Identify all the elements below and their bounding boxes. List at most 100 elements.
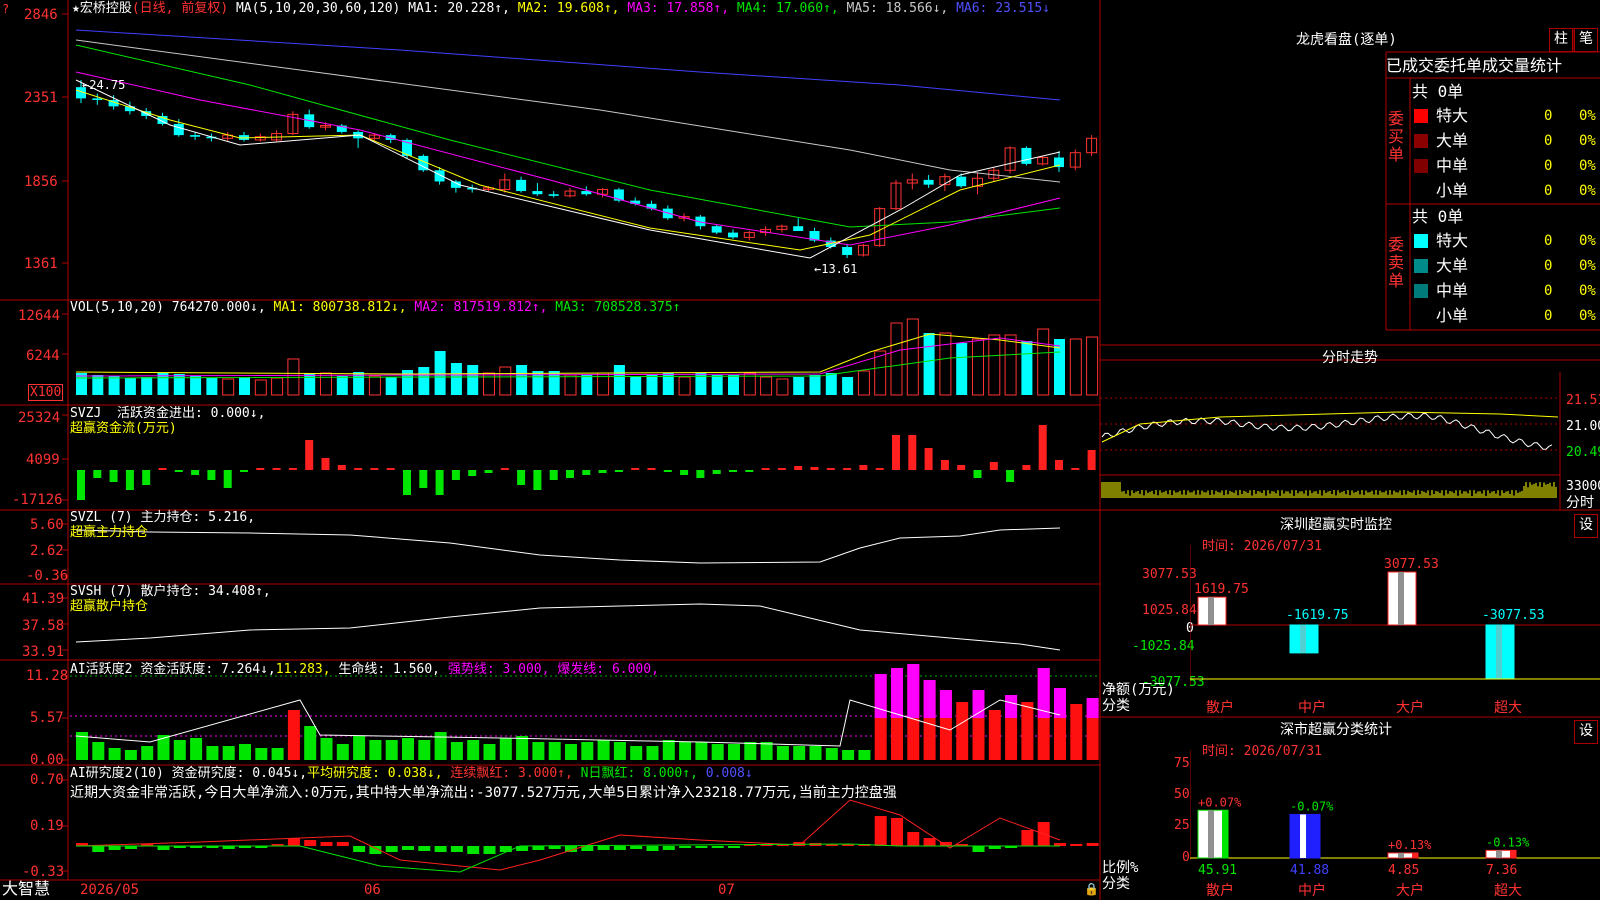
sh-bar-edge xyxy=(1510,850,1516,858)
flow-out-bar xyxy=(77,470,85,500)
candle-down xyxy=(434,170,445,182)
active-bar xyxy=(776,746,789,760)
research-bar-down xyxy=(467,846,480,854)
vol-bar-up xyxy=(222,378,235,396)
y-tick-main-0: 2846 xyxy=(24,7,58,23)
vol-header: VOL(5,10,20) 764270.000↓, MA1: 800738.81… xyxy=(70,300,681,315)
vol-bar-up xyxy=(1037,328,1050,396)
flow-out-bar xyxy=(729,470,737,472)
sh-bar-edge xyxy=(1314,814,1320,858)
research-bar-up xyxy=(923,838,936,846)
research-bar-down xyxy=(728,846,740,848)
sh-value-label: 7.36 xyxy=(1486,863,1517,878)
svzj-sub: 超赢资金流(万元) xyxy=(70,421,177,436)
sh-stats-title: 深市超赢分类统计 xyxy=(1280,722,1392,738)
sh-bar-shade xyxy=(1398,852,1404,858)
burst-bar xyxy=(972,690,985,718)
buy-row-name-3: 小单 xyxy=(1436,181,1469,200)
active-bar-hot xyxy=(287,710,300,760)
sh-delta-label: -0.13% xyxy=(1486,835,1530,849)
candle-down xyxy=(793,226,804,231)
vol-bar-up xyxy=(271,377,284,396)
sz-settings-button[interactable]: 设 xyxy=(1574,514,1598,538)
active-bar xyxy=(255,748,268,760)
y-tick-main-1: 2351 xyxy=(24,90,58,106)
active-bar xyxy=(206,746,219,760)
research-bar-down xyxy=(532,846,545,850)
y-tick-svzl-1: 2.62 xyxy=(30,543,64,559)
ma-params: MA(5,10,20,30,60,120) xyxy=(235,1,401,16)
k-line-chart-area[interactable] xyxy=(0,0,1100,900)
research-bar-up xyxy=(1021,830,1034,846)
favorite-star-icon[interactable]: ★ xyxy=(72,1,80,16)
active-bar xyxy=(597,740,610,760)
active-bar xyxy=(320,738,333,760)
buy-row-swatch-3 xyxy=(1414,184,1428,198)
active-bar xyxy=(646,746,659,760)
y-tick-ai1-2: 0.00 xyxy=(30,752,64,768)
flow-in-bar xyxy=(826,468,835,470)
stock-name: 宏桥控股 xyxy=(79,1,132,16)
y-tick-vol-1: 6244 xyxy=(26,348,60,364)
active-bar xyxy=(695,742,708,760)
vol-bar-down xyxy=(450,363,462,395)
buy-row-pct-2: 0% xyxy=(1579,158,1596,174)
research-bar-down xyxy=(402,846,414,850)
sell-row-name-2: 中单 xyxy=(1436,281,1469,300)
flow-out-bar xyxy=(1006,470,1015,482)
sh-value-label: 45.91 xyxy=(1198,863,1237,878)
flow-out-bar xyxy=(566,470,574,478)
flow-in-bar xyxy=(777,468,786,470)
flow-out-bar xyxy=(663,470,672,472)
intraday-chart[interactable] xyxy=(1100,372,1590,502)
vol-bar-down xyxy=(418,367,430,395)
vol-bar-down xyxy=(516,365,528,395)
candle-down xyxy=(842,246,853,255)
flow-in-bar xyxy=(370,468,379,470)
sh-bar-shade xyxy=(1496,850,1502,858)
active-bar xyxy=(239,744,251,760)
candle-down xyxy=(711,226,722,233)
flow-out-bar xyxy=(614,470,623,472)
sz-monitor-chart: 1619.75 -1619.75 3077.53 -3077.53 xyxy=(1190,545,1600,685)
sh-bar-edge xyxy=(1412,852,1418,858)
vol-bar-down xyxy=(385,377,397,395)
flow-in-bar xyxy=(647,468,656,470)
research-bar-up xyxy=(1086,843,1099,846)
flow-out-bar xyxy=(680,470,689,475)
sh-bar-edge xyxy=(1222,810,1228,858)
sell-row-val-3: 0 xyxy=(1544,308,1553,324)
ai1-desc4: 强势线: 3.000, xyxy=(447,662,550,677)
tick-view-button[interactable]: 笔 xyxy=(1574,28,1598,52)
ma4-line xyxy=(75,44,1061,228)
burst-bar xyxy=(907,664,920,718)
y-tick-svsh-2: 33.91 xyxy=(22,644,65,660)
active-bar xyxy=(418,740,431,760)
help-icon[interactable]: ? xyxy=(2,2,9,16)
svzl-label: SVZL (7) xyxy=(70,510,133,525)
active-bar xyxy=(108,748,121,760)
vol-unit[interactable]: X100 xyxy=(28,384,64,401)
sh-settings-button[interactable]: 设 xyxy=(1574,720,1598,744)
vol-bar-down xyxy=(825,373,837,395)
intraday-price-line xyxy=(1101,412,1553,450)
active-bar xyxy=(679,742,692,760)
vol-bar-down xyxy=(630,377,642,395)
ma3-value: MA3: 17.858↑, xyxy=(627,1,730,16)
buy-row-pct-1: 0% xyxy=(1579,133,1596,149)
sh-category-0: 散户 xyxy=(1206,883,1234,899)
y-tick-svsh-1: 37.58 xyxy=(22,618,65,634)
x-label-jun: 06 xyxy=(364,882,381,898)
sell-row-pct-1: 0% xyxy=(1579,258,1596,274)
vol-bar-up xyxy=(857,370,870,396)
ma4-value: MA4: 17.060↑, xyxy=(736,1,839,16)
bar-view-button[interactable]: 柱 xyxy=(1549,28,1573,52)
research-bar-up xyxy=(320,842,333,846)
vol-ma2-line xyxy=(75,337,1061,377)
period-label[interactable]: (日线, 前复权) xyxy=(132,1,228,16)
research-bar-up xyxy=(891,818,903,846)
y-tick-svzl-0: 5.60 xyxy=(30,517,64,533)
flow-in-bar xyxy=(631,468,640,470)
lock-icon[interactable]: 🔒 xyxy=(1084,882,1099,896)
vol-bar-down xyxy=(467,365,479,395)
